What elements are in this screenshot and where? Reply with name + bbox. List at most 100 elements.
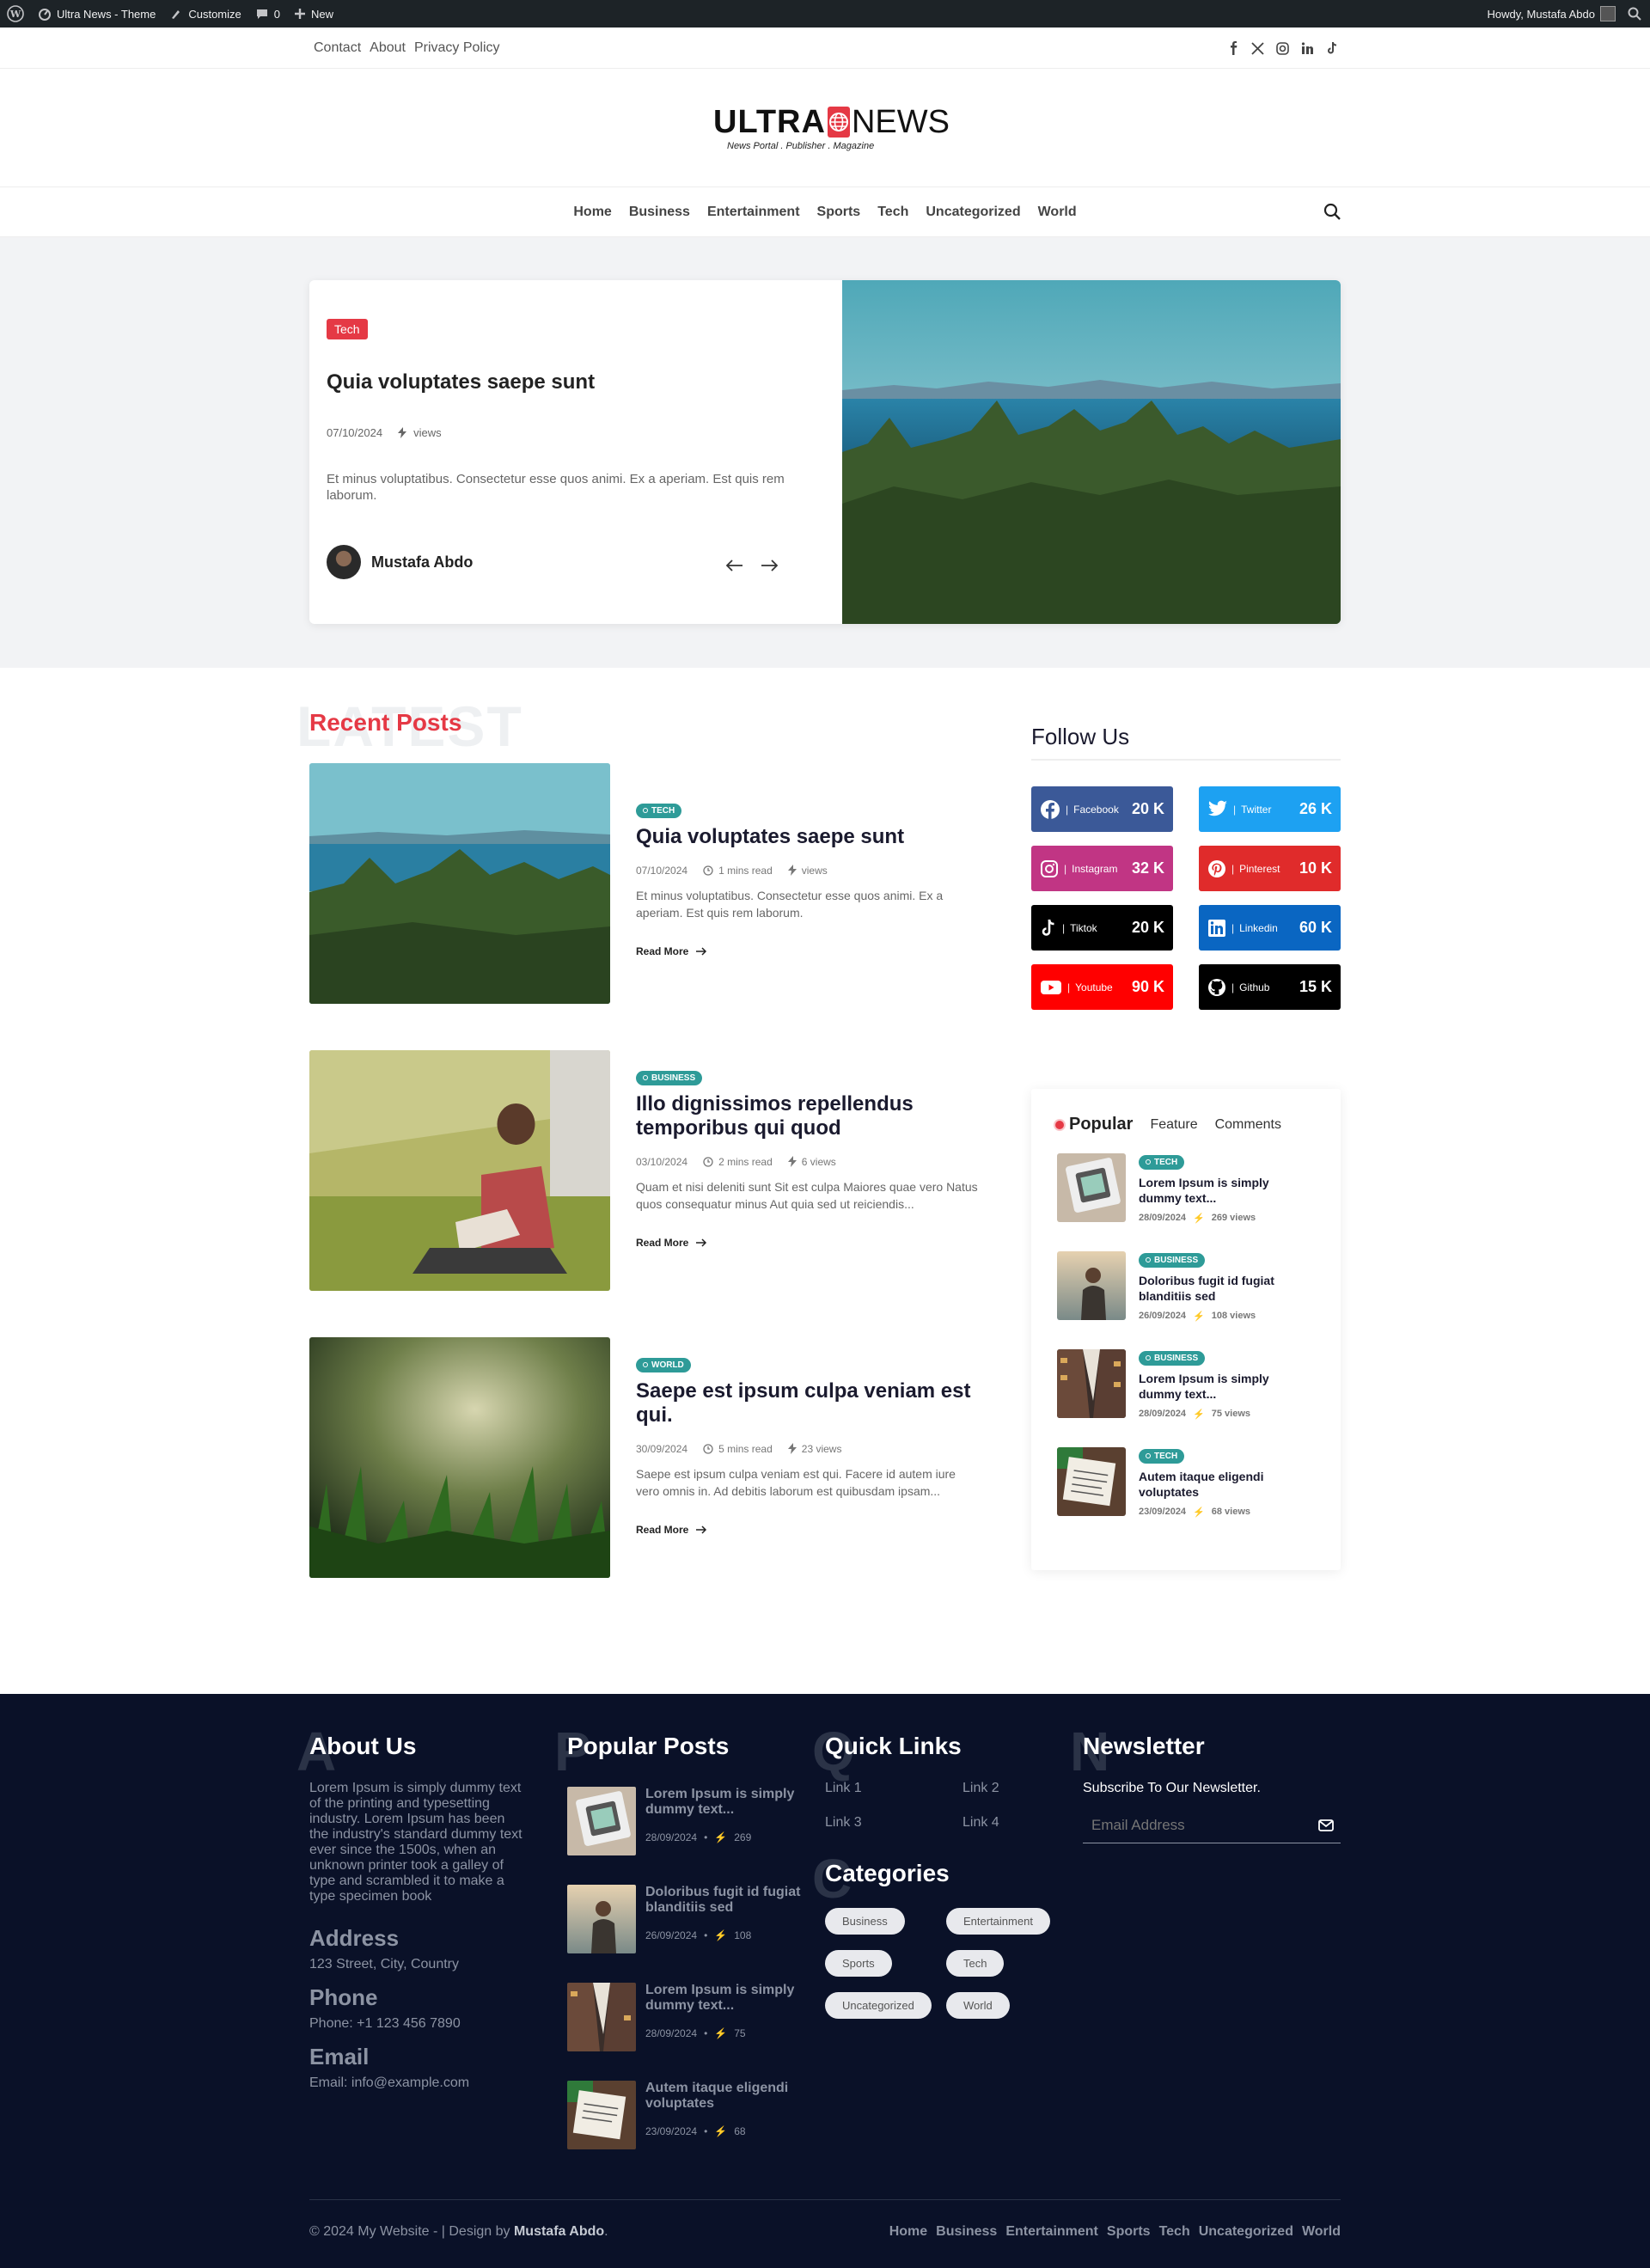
newsletter-email-input[interactable]: [1091, 1817, 1318, 1834]
follow-instagram-button[interactable]: | Instagram 32 K: [1031, 846, 1173, 891]
post-title[interactable]: Illo dignissimos repellendus temporibus …: [636, 1092, 980, 1140]
post-thumbnail[interactable]: [309, 1050, 610, 1291]
follow-tiktok-button[interactable]: | Tiktok 20 K: [1031, 905, 1173, 951]
admin-search-icon[interactable]: [1628, 7, 1641, 21]
category-pill[interactable]: Uncategorized: [825, 1992, 932, 2019]
quick-link-4[interactable]: Link 4: [962, 1815, 1066, 1831]
post-tag[interactable]: TECH: [1139, 1448, 1185, 1464]
read-more-link[interactable]: Read More: [636, 1237, 980, 1249]
admin-site-link[interactable]: Ultra News - Theme: [38, 7, 156, 21]
popular-post-item[interactable]: BUSINESS Doloribus fugit id fugiat blandi…: [1057, 1251, 1315, 1324]
post-tag[interactable]: WORLD: [636, 1357, 691, 1372]
footer-post-item[interactable]: Autem itaque eligendi voluptates 23/09/2…: [567, 2081, 808, 2154]
popular-post-title[interactable]: Lorem Ipsum is simply dummy text...: [1139, 1371, 1311, 1402]
tiktok-icon[interactable]: [1326, 41, 1338, 55]
hero-title[interactable]: Quia voluptates saepe sunt: [327, 370, 595, 394]
footer-post-title[interactable]: Autem itaque eligendi voluptates: [645, 2081, 809, 2112]
nav-item-business[interactable]: Business: [629, 205, 690, 220]
admin-howdy[interactable]: Howdy, Mustafa Abdo: [1488, 6, 1616, 21]
footer-post-title[interactable]: Lorem Ipsum is simply dummy text...: [645, 1983, 809, 2014]
follow-pinterest-button[interactable]: | Pinterest 10 K: [1199, 846, 1341, 891]
follow-github-button[interactable]: | Github 15 K: [1199, 964, 1341, 1010]
popular-post-item[interactable]: TECH Autem itaque eligendi voluptates 23/0…: [1057, 1447, 1315, 1520]
post-tag[interactable]: BUSINESS: [636, 1070, 703, 1085]
footer-nav-entertainment[interactable]: Entertainment: [1005, 2224, 1098, 2240]
wordpress-icon[interactable]: W: [7, 5, 24, 22]
admin-customize-link[interactable]: Customize: [169, 7, 241, 21]
footer-post-thumbnail[interactable]: [567, 1885, 636, 1953]
post-thumbnail[interactable]: [309, 1337, 610, 1578]
quick-link-1[interactable]: Link 1: [825, 1781, 962, 1796]
instagram-icon[interactable]: [1276, 41, 1289, 55]
copyright-author[interactable]: Mustafa Abdo: [514, 2224, 604, 2239]
read-more-link[interactable]: Read More: [636, 945, 980, 957]
popular-post-item[interactable]: BUSINESS Lorem Ipsum is simply dummy text…: [1057, 1349, 1315, 1422]
footer-nav-uncategorized[interactable]: Uncategorized: [1199, 2224, 1293, 2240]
quick-link-3[interactable]: Link 3: [825, 1815, 962, 1831]
post-thumbnail[interactable]: [309, 763, 610, 1004]
follow-youtube-button[interactable]: | Youtube 90 K: [1031, 964, 1173, 1010]
popular-post-title[interactable]: Lorem Ipsum is simply dummy text...: [1139, 1175, 1311, 1206]
nav-item-home[interactable]: Home: [573, 205, 611, 220]
footer-post-item[interactable]: Doloribus fugit id fugiat blanditiis sed…: [567, 1885, 808, 1958]
tab-comments[interactable]: Comments: [1215, 1117, 1281, 1133]
nav-item-entertainment[interactable]: Entertainment: [707, 205, 800, 220]
category-pill[interactable]: World: [946, 1992, 1010, 2019]
quick-link-2[interactable]: Link 2: [962, 1781, 1066, 1796]
footer-post-thumbnail[interactable]: [567, 1787, 636, 1855]
footer-nav-business[interactable]: Business: [936, 2224, 997, 2240]
top-link-about[interactable]: About: [370, 40, 406, 56]
read-more-link[interactable]: Read More: [636, 1524, 980, 1536]
popular-post-title[interactable]: Autem itaque eligendi voluptates: [1139, 1469, 1311, 1500]
footer-post-thumbnail[interactable]: [567, 1983, 636, 2051]
x-twitter-icon[interactable]: [1251, 41, 1264, 55]
post-tag[interactable]: TECH: [636, 803, 682, 818]
site-logo[interactable]: ULTRA NEWS News Portal . Publisher . Mag…: [713, 105, 950, 151]
follow-twitter-button[interactable]: | Twitter 26 K: [1199, 786, 1341, 832]
hero-card[interactable]: Tech Quia voluptates saepe sunt 07/10/20…: [309, 280, 1341, 624]
nav-item-world[interactable]: World: [1038, 205, 1077, 220]
category-pill[interactable]: Tech: [946, 1950, 1005, 1977]
footer-post-thumbnail[interactable]: [567, 2081, 636, 2149]
post-title[interactable]: Saepe est ipsum culpa veniam est qui.: [636, 1379, 980, 1427]
category-pill[interactable]: Sports: [825, 1950, 892, 1977]
hero-category-badge[interactable]: Tech: [327, 319, 368, 339]
facebook-icon[interactable]: [1227, 41, 1239, 55]
popular-post-item[interactable]: TECH Lorem Ipsum is simply dummy text... 2…: [1057, 1153, 1315, 1226]
nav-item-sports[interactable]: Sports: [817, 205, 861, 220]
tab-feature[interactable]: Feature: [1150, 1117, 1197, 1133]
nav-item-tech[interactable]: Tech: [877, 205, 908, 220]
footer-nav-tech[interactable]: Tech: [1159, 2224, 1190, 2240]
footer-nav-world[interactable]: World: [1302, 2224, 1341, 2240]
follow-linkedin-button[interactable]: | Linkedin 60 K: [1199, 905, 1341, 951]
hero-author[interactable]: Mustafa Abdo: [327, 545, 473, 579]
popular-post-thumbnail[interactable]: [1057, 1153, 1126, 1222]
footer-post-title[interactable]: Doloribus fugit id fugiat blanditiis sed: [645, 1885, 809, 1916]
popular-post-thumbnail[interactable]: [1057, 1349, 1126, 1418]
post-tag[interactable]: BUSINESS: [1139, 1350, 1206, 1366]
linkedin-icon[interactable]: [1301, 41, 1314, 55]
footer-nav-home[interactable]: Home: [889, 2224, 927, 2240]
hero-image[interactable]: [842, 280, 1341, 624]
arrow-left-icon[interactable]: [726, 559, 743, 572]
tab-popular[interactable]: Popular: [1055, 1115, 1133, 1134]
search-icon[interactable]: [1323, 203, 1341, 220]
arrow-right-icon[interactable]: [761, 559, 778, 572]
admin-comments-link[interactable]: 0: [255, 7, 280, 21]
envelope-icon[interactable]: [1318, 1819, 1334, 1831]
post-tag[interactable]: BUSINESS: [1139, 1252, 1206, 1268]
popular-post-thumbnail[interactable]: [1057, 1251, 1126, 1320]
admin-new-link[interactable]: New: [294, 8, 333, 21]
post-title[interactable]: Quia voluptates saepe sunt: [636, 825, 980, 849]
footer-nav-sports[interactable]: Sports: [1107, 2224, 1151, 2240]
post-tag[interactable]: TECH: [1139, 1154, 1185, 1170]
nav-item-uncategorized[interactable]: Uncategorized: [926, 205, 1020, 220]
popular-post-thumbnail[interactable]: [1057, 1447, 1126, 1516]
category-pill[interactable]: Entertainment: [946, 1908, 1050, 1935]
footer-post-item[interactable]: Lorem Ipsum is simply dummy text... 28/0…: [567, 1787, 808, 1860]
follow-facebook-button[interactable]: | Facebook 20 K: [1031, 786, 1173, 832]
category-pill[interactable]: Business: [825, 1908, 905, 1935]
popular-post-title[interactable]: Doloribus fugit id fugiat blanditiis sed: [1139, 1273, 1311, 1304]
footer-post-title[interactable]: Lorem Ipsum is simply dummy text...: [645, 1787, 809, 1818]
top-link-privacy[interactable]: Privacy Policy: [414, 40, 500, 56]
